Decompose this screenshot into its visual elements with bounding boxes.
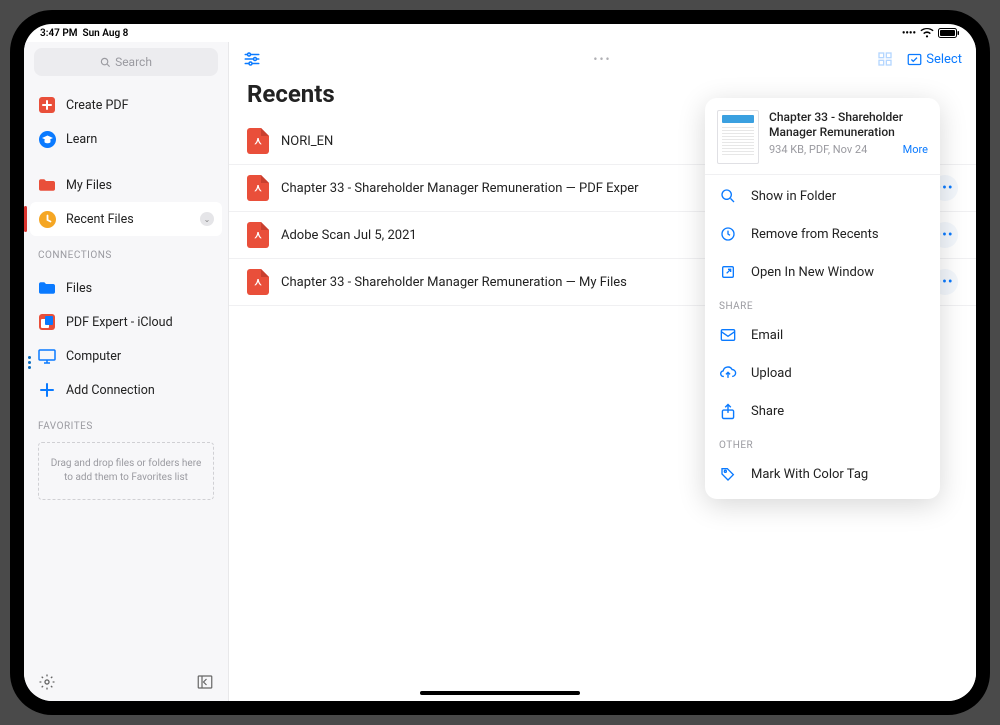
battery-icon bbox=[938, 28, 960, 38]
context-item-label: Upload bbox=[751, 366, 792, 381]
graduation-cap-icon bbox=[38, 130, 56, 148]
sidebar-item-label: Create PDF bbox=[66, 98, 129, 113]
monitor-icon bbox=[38, 347, 56, 365]
context-file-title: Chapter 33 - Shareholder Manager Remuner… bbox=[769, 110, 928, 140]
sidebar-item-add-connection[interactable]: Add Connection bbox=[24, 373, 228, 407]
context-section-share: SHARE bbox=[705, 293, 940, 314]
sidebar-files-section: My Files Recent Files ⌄ bbox=[24, 162, 228, 242]
context-item-label: Email bbox=[751, 328, 783, 343]
sidebar-item-files-app[interactable]: Files bbox=[24, 271, 228, 305]
folder-red-icon bbox=[38, 176, 56, 194]
sidebar-item-computer[interactable]: Computer bbox=[24, 339, 228, 373]
document-thumbnail bbox=[717, 110, 759, 164]
sidebar-section-favorites: FAVORITES bbox=[24, 413, 228, 436]
settings-icon[interactable] bbox=[38, 673, 56, 691]
pdf-expert-app-icon bbox=[38, 313, 56, 331]
sidebar-item-label: PDF Expert - iCloud bbox=[66, 315, 173, 330]
new-window-icon bbox=[719, 263, 737, 281]
search-input[interactable]: Search bbox=[34, 48, 218, 76]
sidebar: Search Create PDF Learn My Files bbox=[24, 42, 229, 701]
slide-over-handle[interactable] bbox=[24, 343, 34, 383]
pdf-file-icon: ⋏ bbox=[247, 269, 269, 295]
sidebar-section-connections: CONNECTIONS bbox=[24, 242, 228, 265]
pdf-file-icon: ⋏ bbox=[247, 128, 269, 154]
sidebar-item-label: My Files bbox=[66, 178, 112, 193]
sidebar-item-learn[interactable]: Learn bbox=[24, 122, 228, 156]
favorites-dropzone[interactable]: Drag and drop files or folders here to a… bbox=[38, 442, 214, 500]
home-indicator[interactable] bbox=[420, 691, 580, 695]
context-file-meta: 934 KB, PDF, Nov 24 bbox=[769, 143, 867, 156]
file-name: Adobe Scan Jul 5, 2021 bbox=[281, 228, 417, 243]
status-bar: 3:47 PM Sun Aug 8 •••• bbox=[24, 24, 976, 42]
status-time: 3:47 PM bbox=[40, 28, 78, 39]
context-item-label: Share bbox=[751, 404, 784, 419]
sidebar-item-label: Add Connection bbox=[66, 383, 155, 398]
sidebar-item-label: Files bbox=[66, 281, 92, 296]
sidebar-item-recent-files[interactable]: Recent Files ⌄ bbox=[30, 202, 222, 236]
sidebar-item-pdf-expert-icloud[interactable]: PDF Expert - iCloud bbox=[24, 305, 228, 339]
pdf-file-icon: ⋏ bbox=[247, 222, 269, 248]
context-item-label: Mark With Color Tag bbox=[751, 467, 868, 482]
pdf-file-icon: ⋏ bbox=[247, 175, 269, 201]
context-remove-from-recents[interactable]: Remove from Recents bbox=[705, 215, 940, 253]
context-menu-header: Chapter 33 - Shareholder Manager Remuner… bbox=[705, 98, 940, 175]
context-menu: Chapter 33 - Shareholder Manager Remuner… bbox=[705, 98, 940, 499]
sidebar-item-label: Computer bbox=[66, 349, 121, 364]
folder-blue-icon bbox=[38, 279, 56, 297]
context-mark-color-tag[interactable]: Mark With Color Tag bbox=[705, 455, 940, 493]
status-date: Sun Aug 8 bbox=[83, 28, 129, 39]
cloud-upload-icon bbox=[719, 364, 737, 382]
context-primary-section: Show in Folder Remove from Recents Open … bbox=[705, 175, 940, 293]
file-name: Chapter 33 - Shareholder Manager Remuner… bbox=[281, 181, 639, 196]
filter-sliders-icon[interactable] bbox=[243, 51, 261, 67]
sidebar-item-my-files[interactable]: My Files bbox=[24, 168, 228, 202]
sidebar-bottom bbox=[24, 663, 228, 701]
sidebar-main-section: Create PDF Learn bbox=[24, 82, 228, 162]
screen: 3:47 PM Sun Aug 8 •••• Search Create PDF bbox=[24, 24, 976, 701]
clock-icon bbox=[38, 210, 56, 228]
chevron-down-icon[interactable]: ⌄ bbox=[200, 212, 214, 226]
tag-icon bbox=[719, 465, 737, 483]
grid-view-icon[interactable] bbox=[877, 51, 893, 67]
cell-signal-icon: •••• bbox=[902, 28, 916, 39]
file-name: Chapter 33 - Shareholder Manager Remuner… bbox=[281, 275, 627, 290]
context-upload[interactable]: Upload bbox=[705, 354, 940, 392]
ipad-frame: 3:47 PM Sun Aug 8 •••• Search Create PDF bbox=[10, 10, 990, 715]
context-share[interactable]: Share bbox=[705, 392, 940, 430]
toolbar: ••• Select bbox=[229, 42, 976, 76]
share-up-icon bbox=[719, 402, 737, 420]
context-section-other: OTHER bbox=[705, 432, 940, 453]
context-more-link[interactable]: More bbox=[903, 143, 928, 156]
envelope-icon bbox=[719, 326, 737, 344]
file-name: NORI_EN bbox=[281, 134, 333, 149]
context-open-new-window[interactable]: Open In New Window bbox=[705, 253, 940, 291]
main-panel: ••• Select Recents ⋏ NORI_EN ••• bbox=[229, 42, 976, 701]
sidebar-item-label: Learn bbox=[66, 132, 97, 147]
select-label: Select bbox=[926, 52, 962, 67]
search-placeholder: Search bbox=[115, 55, 152, 69]
search-icon bbox=[719, 187, 737, 205]
context-item-label: Remove from Recents bbox=[751, 227, 879, 242]
select-button[interactable]: Select bbox=[907, 52, 962, 67]
context-item-label: Open In New Window bbox=[751, 265, 874, 280]
plus-icon bbox=[38, 381, 56, 399]
context-email[interactable]: Email bbox=[705, 316, 940, 354]
content-area: Search Create PDF Learn My Files bbox=[24, 42, 976, 701]
collapse-sidebar-icon[interactable] bbox=[196, 673, 214, 691]
sidebar-item-label: Recent Files bbox=[66, 212, 134, 227]
clock-back-icon bbox=[719, 225, 737, 243]
sidebar-connections-section: Files PDF Expert - iCloud Computer Add C… bbox=[24, 265, 228, 413]
sidebar-item-create-pdf[interactable]: Create PDF bbox=[24, 88, 228, 122]
wifi-icon bbox=[920, 28, 934, 38]
context-show-in-folder[interactable]: Show in Folder bbox=[705, 177, 940, 215]
plus-document-icon bbox=[38, 96, 56, 114]
multitask-dots-icon[interactable]: ••• bbox=[593, 52, 611, 66]
context-item-label: Show in Folder bbox=[751, 189, 836, 204]
